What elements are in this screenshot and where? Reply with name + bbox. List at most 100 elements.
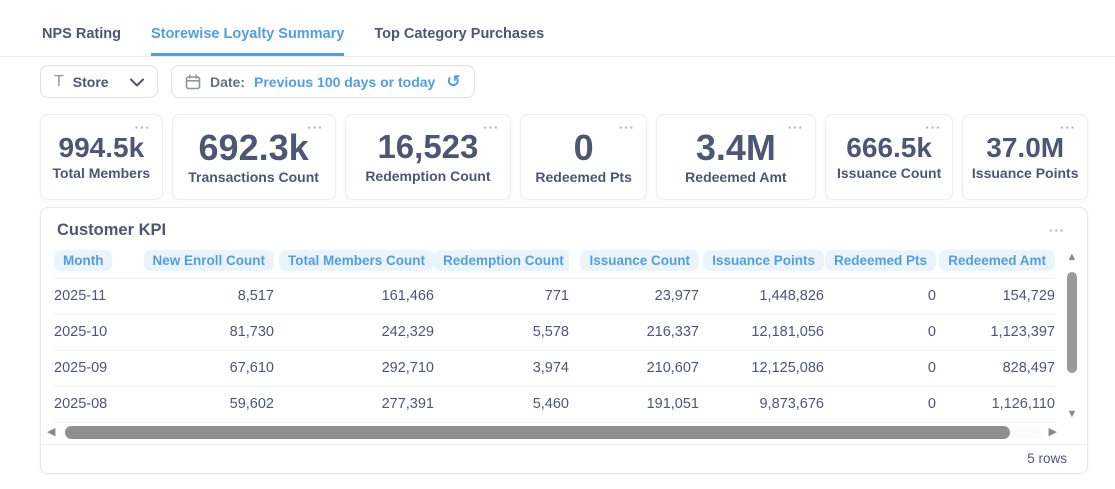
tab-top-category-purchases[interactable]: Top Category Purchases <box>374 26 544 56</box>
column-header-issuance-count[interactable]: Issuance Count <box>580 250 699 271</box>
vertical-scrollbar-thumb[interactable] <box>1067 272 1077 373</box>
column-header-issuance-points[interactable]: Issuance Points <box>703 250 824 271</box>
scroll-right-icon[interactable]: ▶ <box>1049 427 1057 438</box>
kpi-card-issuance-count[interactable]: ···666.5k Issuance Count <box>825 114 954 200</box>
kpi-label: Redeemed Amt <box>685 169 786 185</box>
date-filter-label: Date: <box>210 74 245 90</box>
table-row: 2025-0967,610292,7103,974210,60712,125,0… <box>54 351 1055 387</box>
customer-kpi-table: Month New Enroll CountTotal Members Count… <box>54 250 1055 423</box>
kpi-label: Issuance Count <box>837 165 941 181</box>
dashboard-page: NPS Rating Storewise Loyalty Summary Top… <box>0 0 1115 489</box>
horizontal-scrollbar-thumb[interactable] <box>65 426 1010 439</box>
column-header-new-enroll-count[interactable]: New Enroll Count <box>144 250 275 271</box>
column-header-cell: Issuance Points <box>699 250 824 271</box>
table-cell[interactable]: 2025-10 <box>54 315 134 350</box>
kpi-card-issuance-points[interactable]: ···37.0MIssuance Points <box>962 114 1088 200</box>
kpi-value: 0 <box>574 129 594 167</box>
table-cell[interactable]: 23,977 <box>569 279 699 314</box>
string-filter-icon: T <box>54 73 64 91</box>
filter-bar: T Store Date: Previous 100 days or today… <box>40 65 1115 98</box>
table-cell[interactable]: 2025-08 <box>54 387 134 422</box>
column-header-cell: Redeemed Pts <box>824 250 936 271</box>
date-filter[interactable]: Date: Previous 100 days or today ↺ <box>171 65 475 98</box>
kpi-label: Redemption Count <box>365 168 490 184</box>
table-cell[interactable]: 1,448,826 <box>699 279 824 314</box>
table-cell[interactable]: 0 <box>824 351 936 386</box>
kpi-card-total-members[interactable]: ···994.5k Total Members <box>40 114 163 200</box>
table-cell[interactable]: 2025-11 <box>54 279 134 314</box>
column-header-redeemed-pts[interactable]: Redeemed Pts <box>825 250 936 271</box>
table-cell[interactable]: 0 <box>824 387 936 422</box>
scroll-down-icon[interactable]: ▼ <box>1065 409 1079 420</box>
column-header-cell: New Enroll Count <box>134 250 274 271</box>
table-cell[interactable]: 277,391 <box>274 387 434 422</box>
table-cell[interactable]: 5,460 <box>434 387 569 422</box>
table-cell[interactable]: 3,974 <box>434 351 569 386</box>
column-header-redeemed-amt[interactable]: Redeemed Amt <box>939 250 1055 271</box>
kpi-value: 3.4M <box>696 129 776 167</box>
kpi-value: 16,523 <box>377 130 478 165</box>
table-cell[interactable]: 59,602 <box>134 387 274 422</box>
table-cell[interactable]: 5,578 <box>434 315 569 350</box>
table-cell[interactable]: 210,607 <box>569 351 699 386</box>
table-cell[interactable]: 1,123,397 <box>936 315 1055 350</box>
kpi-card-redeemed-amt[interactable]: ··· 3.4M Redeemed Amt <box>656 114 816 200</box>
column-header-redemption-count[interactable]: Redemption Count <box>434 250 569 271</box>
kpi-card-redeemed-pts[interactable]: ··· 0 Redeemed Pts <box>520 114 647 200</box>
table-cell[interactable]: 0 <box>824 315 936 350</box>
table-cell[interactable]: 191,051 <box>569 387 699 422</box>
ellipsis-menu-icon[interactable]: ··· <box>483 121 499 134</box>
column-header-cell: Redemption Count <box>434 250 569 271</box>
ellipsis-menu-icon[interactable]: ··· <box>925 121 941 134</box>
customer-kpi-card: Customer KPI ··· Month New Enroll CountTo… <box>40 207 1088 474</box>
table-cell[interactable]: 81,730 <box>134 315 274 350</box>
table-cell[interactable]: 771 <box>434 279 569 314</box>
card-title[interactable]: Customer KPI <box>57 221 166 240</box>
kpi-label: Total Members <box>52 165 150 181</box>
scroll-left-icon[interactable]: ◀ <box>47 427 55 438</box>
ellipsis-menu-icon[interactable]: ··· <box>1060 121 1076 134</box>
chevron-down-icon <box>130 74 144 90</box>
column-header-total-members-count[interactable]: Total Members Count <box>279 250 434 271</box>
ellipsis-menu-icon[interactable]: ··· <box>788 121 804 134</box>
tab-nps-rating[interactable]: NPS Rating <box>42 26 121 56</box>
table-cell[interactable]: 67,610 <box>134 351 274 386</box>
table-cell[interactable]: 2025-09 <box>54 351 134 386</box>
refresh-icon[interactable]: ↺ <box>446 73 460 90</box>
kpi-card-redemption-count[interactable]: ··· 16,523 Redemption Count <box>345 114 512 200</box>
table-cell[interactable]: 161,466 <box>274 279 434 314</box>
kpi-card-transactions-count[interactable]: ···692.3kTransactions Count <box>172 114 336 200</box>
table-cell[interactable]: 828,497 <box>936 351 1055 386</box>
kpi-value: 692.3k <box>199 129 309 167</box>
table-row: 2025-1081,730242,3295,578216,33712,181,0… <box>54 315 1055 351</box>
tab-bar: NPS Rating Storewise Loyalty Summary Top… <box>0 0 1115 57</box>
ellipsis-menu-icon[interactable]: ··· <box>308 121 324 134</box>
table-cell[interactable]: 12,125,086 <box>699 351 824 386</box>
scroll-up-icon[interactable]: ▲ <box>1065 252 1079 263</box>
tab-storewise-loyalty-summary[interactable]: Storewise Loyalty Summary <box>151 26 344 56</box>
vertical-scrollbar: ▲ ▼ <box>1065 252 1079 420</box>
column-header-month[interactable]: Month <box>54 250 112 271</box>
column-header-cell: Issuance Count <box>569 250 699 271</box>
date-filter-value[interactable]: Previous 100 days or today <box>254 74 435 90</box>
table-cell[interactable]: 242,329 <box>274 315 434 350</box>
table-cell[interactable]: 9,873,676 <box>699 387 824 422</box>
column-header-cell: Total Members Count <box>274 250 434 271</box>
card-ellipsis-menu-icon[interactable]: ··· <box>1049 223 1065 238</box>
ellipsis-menu-icon[interactable]: ··· <box>619 121 635 134</box>
table-row: 2025-0859,602277,3915,460191,0519,873,67… <box>54 387 1055 423</box>
table-cell[interactable]: 292,710 <box>274 351 434 386</box>
kpi-value: 994.5k <box>59 133 145 162</box>
table-cell[interactable]: 1,126,110 <box>936 387 1055 422</box>
kpi-label: Redeemed Pts <box>535 169 631 185</box>
table-cell[interactable]: 12,181,056 <box>699 315 824 350</box>
table-cell[interactable]: 0 <box>824 279 936 314</box>
horizontal-scrollbar-track[interactable] <box>62 426 1041 439</box>
table-cell[interactable]: 216,337 <box>569 315 699 350</box>
table-cell[interactable]: 154,729 <box>936 279 1055 314</box>
kpi-value: 666.5k <box>846 133 932 162</box>
kpi-card-row: ···994.5kTotal Members···692.3kTransacti… <box>40 114 1088 200</box>
ellipsis-menu-icon[interactable]: ··· <box>135 121 151 134</box>
store-filter[interactable]: T Store <box>40 65 158 98</box>
table-cell[interactable]: 8,517 <box>134 279 274 314</box>
